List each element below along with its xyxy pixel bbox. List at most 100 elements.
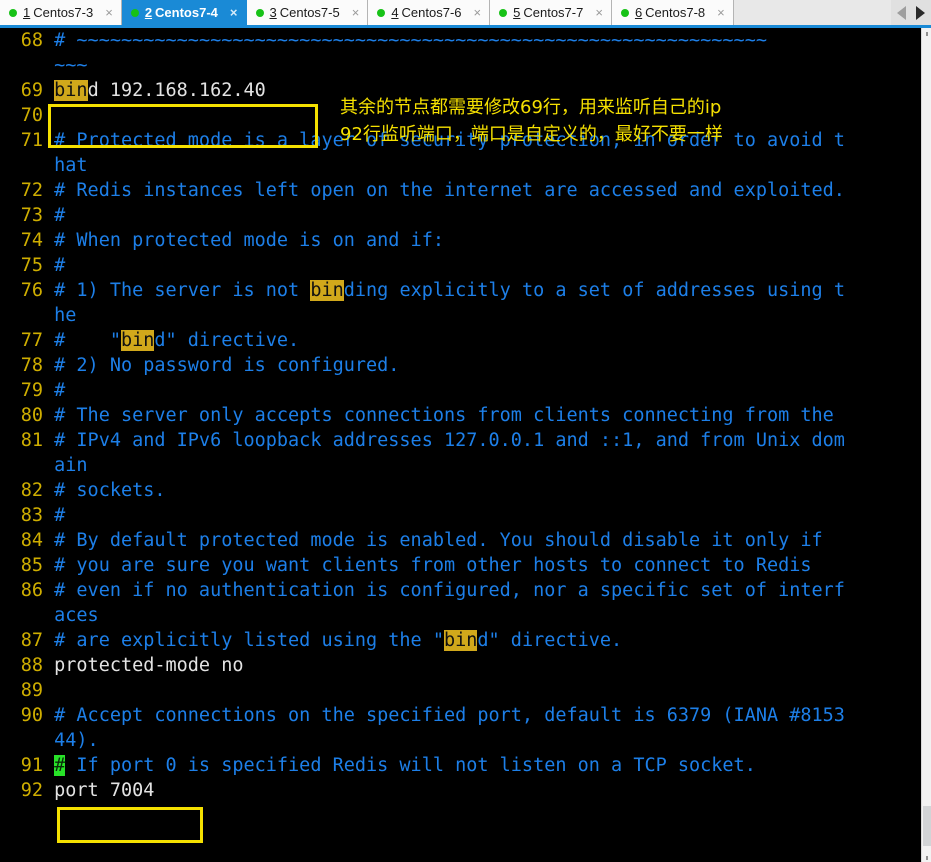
editor-line: 74 # When protected mode is on and if: [0,228,921,253]
line-text: ~~~ [54,55,88,76]
editor-line: 78 # 2) No password is configured. [0,353,921,378]
tab-close-icon[interactable]: × [715,6,727,19]
tab-title-label: Centos7-6 [401,5,462,20]
terminal-tab-centos7-5[interactable]: 3 Centos7-5 × [246,0,369,25]
search-match-highlight: bin [310,280,344,301]
editor-line: 75 # [0,253,921,278]
line-number: 92 [20,780,43,801]
editor-line: 87 # are explicitly listed using the "bi… [0,628,921,653]
editor-line: 83 # [0,503,921,528]
tab-index-label: 4 [391,5,399,20]
tab-close-icon[interactable]: × [472,6,484,19]
line-text: # IPv4 and IPv6 loopback addresses 127.0… [54,430,845,451]
line-text: # [54,205,66,226]
editor-line: 77 # "bind" directive. [0,328,921,353]
line-text: # 2) No password is configured. [54,355,400,376]
vim-status-line: 91,1 4% [0,835,921,862]
line-text: # are explicitly listed using the " [54,630,444,651]
terminal-tab-centos7-4[interactable]: 2 Centos7-4 × [121,0,247,25]
annotation-note-line-1: 其余的节点都需要修改69行，用来监听自己的ip [340,97,722,118]
terminal-tab-centos7-6[interactable]: 4 Centos7-6 × [368,0,491,25]
tab-status-dot [9,8,17,17]
line-number: 75 [20,255,43,276]
line-number: 82 [20,480,43,501]
terminal-tab-centos7-7[interactable]: 5 Centos7-7 × [490,0,612,25]
line-number: 81 [20,430,43,451]
editor-line: 85 # you are sure you want clients from … [0,553,921,578]
line-text: # When protected mode is on and if: [54,230,444,251]
terminal-tab-centos7-3[interactable]: 1 Centos7-3 × [0,0,122,25]
line-text: # you are sure you want clients from oth… [54,555,812,576]
editor-line: ~~~ [0,53,921,78]
tab-title-label: Centos7-8 [645,5,706,20]
line-number: 90 [20,705,43,726]
line-number: 70 [20,105,43,126]
tab-close-icon[interactable]: × [103,6,115,19]
line-text: d 192.168.162.40 [87,80,266,101]
line-number: 69 [20,80,43,101]
terminal-viewport[interactable]: 68 # ~~~~~~~~~~~~~~~~~~~~~~~~~~~~~~~~~~~… [0,28,921,862]
text-cursor: # [54,755,66,776]
line-text: d" directive. [477,630,623,651]
line-number: 84 [20,530,43,551]
editor-line: 72 # Redis instances left open on the in… [0,178,921,203]
chevron-left-icon[interactable] [897,5,906,20]
tab-index-label: 1 [23,5,31,20]
line-number: 77 [20,330,43,351]
line-text: he [54,305,77,326]
terminal-tab-bar: 1 Centos7-3 × 2 Centos7-4 × 3 Centos7-5 × 4 Centos… [0,0,931,25]
scrollbar-tick-bottom [926,856,928,860]
line-text: aces [54,605,99,626]
line-number: 79 [20,380,43,401]
line-text: ain [54,455,88,476]
editor-line: 88 protected-mode no [0,653,921,678]
line-text: # [54,380,66,401]
line-text: # [54,30,77,51]
line-number: 76 [20,280,43,301]
line-number: 78 [20,355,43,376]
editor-line: 89 [0,678,921,703]
line-number: 91 [20,755,43,776]
editor-line: 82 # sockets. [0,478,921,503]
chevron-right-icon[interactable] [916,5,925,20]
editor-line: 44). [0,728,921,753]
tab-close-icon[interactable]: × [228,6,240,19]
editor-line: 92 port 7004 [0,778,921,803]
line-text: # even if no authentication is configure… [54,580,845,601]
line-number: 86 [20,580,43,601]
line-text: # 1) The server is not [54,280,311,301]
line-number: 87 [20,630,43,651]
editor-line: 80 # The server only accepts connections… [0,403,921,428]
editor-line: he [0,303,921,328]
line-number: 88 [20,655,43,676]
editor-line: 73 # [0,203,921,228]
scrollbar-tick-top [926,32,928,36]
line-text: # [54,255,66,276]
tab-close-icon[interactable]: × [593,6,605,19]
tab-close-icon[interactable]: × [350,6,362,19]
tab-title-label: Centos7-7 [523,5,584,20]
line-number: 68 [20,30,43,51]
editor-line: 91 # If port 0 is specified Redis will n… [0,753,921,778]
tab-status-dot [499,8,508,17]
line-text: If port 0 is specified Redis will not li… [65,755,756,776]
annotation-note: 其余的节点都需要修改69行，用来监听自己的ip 92行监听端口，端口是自定义的，… [340,94,723,148]
editor-line: 79 # [0,378,921,403]
line-text: hat [54,155,88,176]
tab-title-label: Centos7-3 [33,5,94,20]
tab-navigation-controls [891,0,931,25]
vertical-scrollbar[interactable] [921,28,931,862]
terminal-tab-centos7-8[interactable]: 6 Centos7-8 × [611,0,734,25]
editor-line: 90 # Accept connections on the specified… [0,703,921,728]
tab-index-label: 6 [634,5,643,20]
line-number: 85 [20,555,43,576]
tab-status-dot [377,8,386,17]
line-text: d" directive. [154,330,300,351]
editor-line: aces [0,603,921,628]
line-number: 74 [20,230,43,251]
tab-index-label: 2 [144,5,153,20]
line-text: # Redis instances left open on the inter… [54,180,845,201]
line-text: # " [54,330,121,351]
scrollbar-thumb[interactable] [923,806,931,846]
editor-line: ain [0,453,921,478]
